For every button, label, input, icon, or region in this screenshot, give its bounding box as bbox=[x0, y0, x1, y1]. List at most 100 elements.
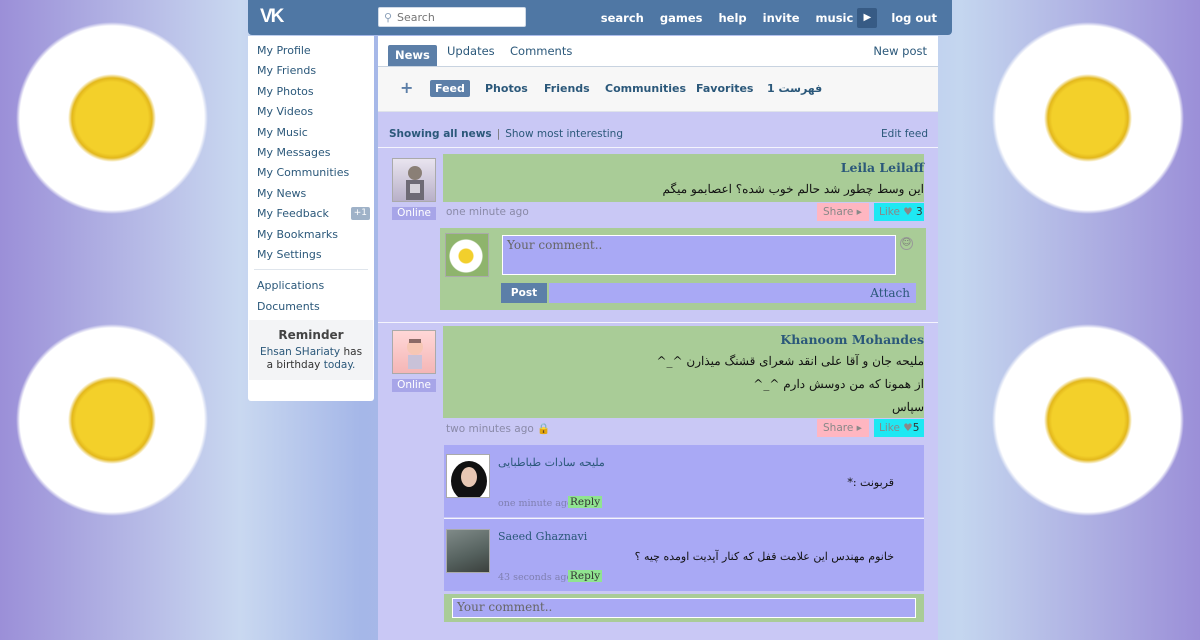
reply-item: Saeed Ghaznavi خانوم مهندس این علامت قفل… bbox=[444, 519, 924, 591]
sidebar-item-profile[interactable]: My Profile bbox=[248, 41, 374, 61]
sidebar-item-messages[interactable]: My Messages bbox=[248, 143, 374, 163]
comment-composer: Your comment.. ☺ Post Attach bbox=[440, 228, 926, 310]
play-icon[interactable]: ▶ bbox=[857, 7, 878, 28]
heart-icon: ♥ bbox=[903, 206, 913, 218]
reminder-title: Reminder bbox=[278, 328, 344, 342]
share-button[interactable]: Share ▸ bbox=[817, 203, 869, 221]
sidebar-item-documents[interactable]: Documents bbox=[248, 297, 374, 317]
filter-most-interesting[interactable]: Show most interesting bbox=[505, 128, 623, 140]
reply-item: ملیحه سادات طباطبایی قربونت :* one minut… bbox=[444, 445, 924, 517]
subtab-list1[interactable]: فهرست 1 bbox=[767, 82, 822, 95]
tab-comments[interactable]: Comments bbox=[510, 44, 572, 58]
subtab-feed[interactable]: Feed bbox=[430, 80, 470, 97]
nav-search[interactable]: search bbox=[601, 11, 644, 25]
comment-composer: Your comment.. bbox=[444, 594, 924, 622]
post-text: ملیحه جان و آقا علی انقد شعرای قشنگ میذا… bbox=[656, 354, 924, 368]
sidebar-item-feedback[interactable]: My Feedback +1 bbox=[248, 204, 374, 224]
sidebar-item-settings[interactable]: My Settings bbox=[248, 245, 374, 265]
comment-input[interactable]: Your comment.. bbox=[502, 235, 896, 275]
post-time[interactable]: one minute ago bbox=[446, 206, 529, 218]
nav-help[interactable]: help bbox=[719, 11, 747, 25]
reminder-person-link[interactable]: Ehsan SHariaty bbox=[260, 346, 340, 358]
feed-tabs: News Updates Comments New post bbox=[378, 36, 938, 67]
post-text: از همونا که من دوسش دارم ^_^ bbox=[753, 377, 924, 391]
like-button[interactable]: Like ♥5 bbox=[874, 419, 924, 437]
sidebar-divider bbox=[254, 269, 368, 271]
online-status: Online bbox=[392, 379, 436, 392]
share-button[interactable]: Share ▸ bbox=[817, 419, 869, 437]
left-sidebar: My Profile My Friends My Photos My Video… bbox=[248, 36, 374, 401]
reply-avatar[interactable] bbox=[446, 454, 490, 498]
like-button[interactable]: Like ♥ 3 bbox=[874, 203, 924, 221]
new-post-link[interactable]: New post bbox=[873, 44, 927, 58]
sidebar-item-friends[interactable]: My Friends bbox=[248, 61, 374, 81]
edit-feed-link[interactable]: Edit feed bbox=[881, 128, 928, 140]
filter-all-news[interactable]: Showing all news bbox=[389, 128, 492, 140]
reminder-today-link[interactable]: today. bbox=[324, 359, 356, 371]
feed-subtabs: + Feed Photos Friends Communities Favori… bbox=[378, 67, 938, 112]
news-feed: News Updates Comments New post + Feed Ph… bbox=[378, 36, 938, 640]
megaphone-icon: ▸ bbox=[856, 206, 862, 218]
tab-news[interactable]: News bbox=[388, 45, 437, 66]
nav-logout[interactable]: log out bbox=[891, 11, 937, 25]
reminder-text: Ehsan SHariaty has a birthday today. bbox=[259, 346, 363, 371]
emoji-icon[interactable]: ☺ bbox=[900, 237, 913, 250]
post-body: Leila Leilaff این وسط چطور شد حالم خوب ش… bbox=[443, 154, 924, 202]
top-header: VK ⚲ search games help invite music ▶ lo… bbox=[248, 0, 952, 35]
avatar-figure-icon bbox=[406, 166, 424, 200]
reply-button[interactable]: Reply bbox=[568, 496, 603, 508]
post-text: سپاس bbox=[892, 400, 924, 414]
sidebar-item-news[interactable]: My News bbox=[248, 184, 374, 204]
sidebar-item-bookmarks[interactable]: My Bookmarks bbox=[248, 225, 374, 245]
search-icon: ⚲ bbox=[384, 11, 393, 24]
vk-logo[interactable]: VK bbox=[260, 6, 294, 28]
reply-button[interactable]: Reply bbox=[568, 570, 603, 582]
divider bbox=[378, 322, 938, 323]
post-body: Khanoom Mohandes ملیحه جان و آقا علی انق… bbox=[443, 326, 924, 418]
reply-time[interactable]: 43 seconds ago bbox=[498, 572, 572, 583]
search-box[interactable]: ⚲ bbox=[378, 7, 526, 27]
post-time[interactable]: two minutes ago 🔒 bbox=[446, 422, 550, 435]
nav-games[interactable]: games bbox=[660, 11, 703, 25]
reply-avatar[interactable] bbox=[446, 529, 490, 573]
post-text: این وسط چطور شد حالم خوب شده؟ اعصابمو می… bbox=[662, 182, 924, 196]
reply-author[interactable]: Saeed Ghaznavi bbox=[498, 530, 587, 543]
attach-button[interactable]: Attach bbox=[549, 283, 916, 303]
post-author[interactable]: Leila Leilaff bbox=[841, 160, 924, 175]
avatar-figure-icon bbox=[407, 339, 423, 369]
feedback-badge: +1 bbox=[350, 207, 370, 221]
reply-text: خانوم مهندس این علامت قفل که کنار آپدیت … bbox=[634, 550, 894, 563]
divider bbox=[378, 147, 938, 148]
megaphone-icon: ▸ bbox=[856, 422, 862, 434]
top-nav: search games help invite music ▶ log out bbox=[593, 0, 952, 35]
sidebar-item-photos[interactable]: My Photos bbox=[248, 82, 374, 102]
post-comment-button[interactable]: Post bbox=[501, 283, 547, 303]
sidebar-item-communities[interactable]: My Communities bbox=[248, 163, 374, 183]
online-status: Online bbox=[392, 207, 436, 220]
sidebar-item-music[interactable]: My Music bbox=[248, 123, 374, 143]
nav-music[interactable]: music bbox=[816, 11, 854, 25]
post-author[interactable]: Khanoom Mohandes bbox=[780, 332, 924, 347]
comment-input[interactable]: Your comment.. bbox=[452, 598, 916, 618]
lock-icon: 🔒 bbox=[537, 423, 551, 435]
nav-invite[interactable]: invite bbox=[763, 11, 800, 25]
author-avatar[interactable] bbox=[392, 158, 436, 202]
add-list-icon[interactable]: + bbox=[400, 78, 413, 97]
subtab-friends[interactable]: Friends bbox=[544, 82, 590, 95]
sidebar-item-videos[interactable]: My Videos bbox=[248, 102, 374, 122]
sidebar-item-applications[interactable]: Applications bbox=[248, 276, 374, 296]
subtab-favorites[interactable]: Favorites bbox=[696, 82, 753, 95]
search-input[interactable] bbox=[397, 9, 523, 25]
author-avatar[interactable] bbox=[392, 330, 436, 374]
feed-filters: Showing all news | Show most interesting bbox=[389, 128, 624, 140]
subtab-communities[interactable]: Communities bbox=[605, 82, 686, 95]
reply-author[interactable]: ملیحه سادات طباطبایی bbox=[498, 456, 605, 469]
subtab-photos[interactable]: Photos bbox=[485, 82, 528, 95]
my-avatar[interactable] bbox=[445, 233, 489, 277]
birthday-reminder: Reminder Ehsan SHariaty has a birthday t… bbox=[249, 320, 373, 380]
reply-text: قربونت :* bbox=[847, 476, 894, 489]
reply-time[interactable]: one minute ago bbox=[498, 498, 573, 509]
tab-updates[interactable]: Updates bbox=[447, 44, 495, 58]
avatar-hijab-icon bbox=[451, 461, 487, 497]
heart-icon: ♥ bbox=[903, 422, 913, 434]
